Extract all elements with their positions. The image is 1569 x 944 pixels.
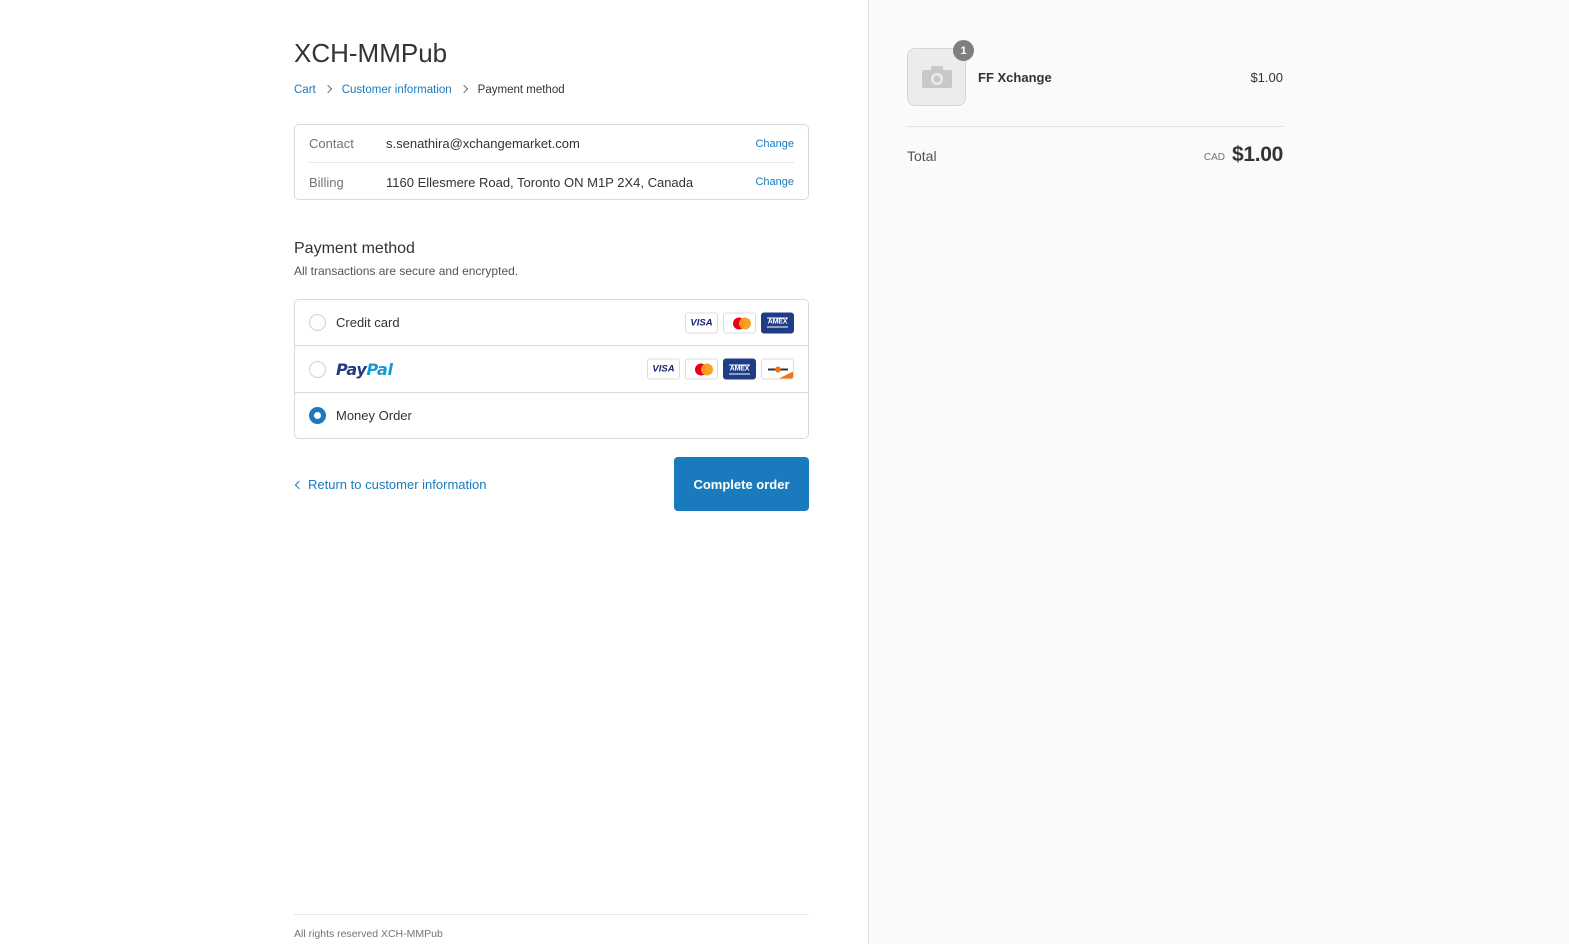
credit-card-radio[interactable] — [309, 314, 326, 331]
footer-text: All rights reserved XCH-MMPub — [294, 928, 443, 940]
product-name: FF Xchange — [978, 70, 1052, 85]
chevron-right-icon — [461, 85, 469, 95]
payment-options: Credit card VISA AMEX PayPal VISA AMEX M… — [294, 299, 809, 439]
payment-option-credit-card[interactable]: Credit card VISA AMEX — [295, 300, 808, 346]
contact-label: Contact — [309, 136, 354, 151]
paypal-radio[interactable] — [309, 360, 326, 378]
review-block: Contact s.senathira@xchangemarket.com Ch… — [294, 124, 809, 200]
quantity-badge: 1 — [953, 40, 974, 61]
amex-icon: AMEX — [723, 358, 756, 380]
product-price: $1.00 — [1250, 70, 1283, 85]
summary-divider — [907, 126, 1284, 127]
chevron-left-icon — [294, 480, 304, 489]
credit-card-brands: VISA AMEX — [685, 312, 794, 333]
return-to-customer-information-link[interactable]: Return to customer information — [294, 477, 486, 492]
discover-icon — [761, 358, 794, 380]
paypal-brands: VISA AMEX — [647, 358, 794, 380]
mastercard-icon — [723, 312, 756, 333]
credit-card-label: Credit card — [336, 315, 400, 330]
footer-divider — [294, 914, 809, 915]
complete-order-button[interactable]: Complete order — [674, 457, 809, 511]
order-summary-sidebar — [868, 0, 1569, 944]
payment-section-title: Payment method — [294, 240, 415, 257]
visa-icon: VISA — [685, 312, 718, 333]
total-amount: $1.00 — [1231, 143, 1283, 166]
main-content: XCH-MMPub Cart Customer information Paym… — [0, 0, 868, 944]
contact-value: s.senathira@xchangemarket.com — [386, 136, 580, 151]
total-currency: CAD — [1203, 152, 1225, 163]
breadcrumb: Cart Customer information Payment method — [294, 84, 565, 96]
return-link-label: Return to customer information — [308, 477, 487, 492]
payment-option-money-order[interactable]: Money Order — [295, 393, 808, 438]
billing-value: 1160 Ellesmere Road, Toronto ON M1P 2X4,… — [386, 174, 694, 190]
payment-option-paypal[interactable]: PayPal VISA AMEX — [295, 346, 808, 393]
camera-icon — [921, 66, 952, 88]
review-row-billing: Billing 1160 Ellesmere Road, Toronto ON … — [309, 163, 794, 201]
amex-icon: AMEX — [761, 312, 794, 333]
review-row-contact: Contact s.senathira@xchangemarket.com Ch… — [309, 125, 794, 163]
chevron-right-icon — [325, 85, 333, 95]
billing-label: Billing — [309, 174, 344, 190]
paypal-logo: PayPal — [336, 359, 393, 379]
money-order-label: Money Order — [336, 408, 412, 423]
money-order-radio[interactable] — [309, 407, 326, 424]
change-billing-link[interactable]: Change — [755, 176, 794, 188]
total-label: Total — [907, 148, 937, 164]
breadcrumb-payment-method: Payment method — [477, 84, 565, 96]
change-contact-link[interactable]: Change — [755, 138, 794, 150]
payment-section-subtitle: All transactions are secure and encrypte… — [294, 264, 519, 278]
breadcrumb-cart[interactable]: Cart — [294, 84, 316, 96]
breadcrumb-customer-information[interactable]: Customer information — [342, 84, 452, 96]
visa-icon: VISA — [647, 358, 680, 380]
mastercard-icon — [685, 358, 718, 380]
shop-title: XCH-MMPub — [294, 38, 448, 68]
